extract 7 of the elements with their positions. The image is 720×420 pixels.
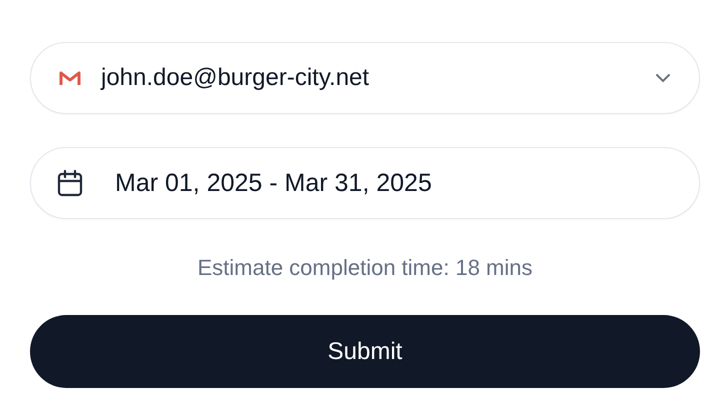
mail-icon <box>59 70 81 86</box>
date-range-field[interactable]: Mar 01, 2025 - Mar 31, 2025 <box>30 147 700 219</box>
account-select[interactable]: john.doe@burger-city.net <box>30 42 700 114</box>
calendar-icon <box>57 169 83 197</box>
estimate-text: Estimate completion time: 18 mins <box>197 255 533 281</box>
chevron-down-icon <box>655 73 671 83</box>
submit-button[interactable]: Submit <box>30 315 700 388</box>
